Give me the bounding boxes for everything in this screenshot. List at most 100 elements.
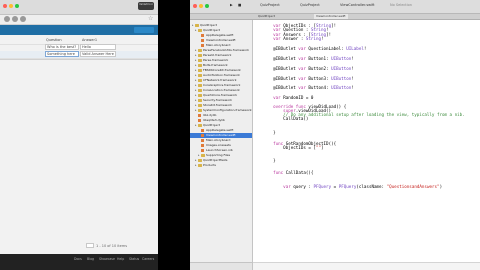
maximize-icon[interactable] xyxy=(15,4,19,8)
navigator-item[interactable]: ▸ QuartzCore.framework xyxy=(190,93,252,98)
disclosure-triangle-icon[interactable]: ▸ xyxy=(195,83,197,87)
navigator-item[interactable]: ViewController.swift xyxy=(190,133,252,138)
tab-viewcontroller[interactable]: ViewController.swift xyxy=(314,14,348,19)
reload-icon[interactable] xyxy=(20,16,26,22)
navigator-item[interactable]: ▸ FBSDKCoreKit.framework xyxy=(190,68,252,73)
navigator-item[interactable]: AppDelegate.swift xyxy=(190,128,252,133)
disclosure-triangle-icon[interactable]: ▸ xyxy=(198,153,200,157)
minimize-icon[interactable] xyxy=(9,4,13,8)
code-line[interactable]: @IBOutlet var QuestionLabel: UILabel! xyxy=(263,46,366,51)
breadcrumb-group[interactable]: QuizProject xyxy=(300,3,320,7)
navigator-item[interactable]: ▸ ParseUI.framework xyxy=(190,53,252,58)
footer-link[interactable]: Docs xyxy=(74,257,82,261)
breadcrumb-project[interactable]: QuizProject xyxy=(260,3,280,7)
minimize-icon[interactable] xyxy=(199,4,203,8)
disclosure-triangle-icon[interactable]: ▸ xyxy=(195,73,197,77)
code-line[interactable]: @IBOutlet var Button4: UIButton! xyxy=(263,85,354,90)
disclosure-triangle-icon[interactable]: ▸ xyxy=(195,58,197,62)
disclosure-triangle-icon[interactable]: ▸ xyxy=(195,123,197,127)
close-icon[interactable] xyxy=(3,4,7,8)
disclosure-triangle-icon[interactable]: ▸ xyxy=(195,68,197,72)
grid-divider xyxy=(0,59,158,60)
code-line[interactable]: var Answer : String! xyxy=(263,36,323,41)
disclosure-triangle-icon[interactable]: ▸ xyxy=(195,63,197,67)
disclosure-triangle-icon[interactable]: ▸ xyxy=(195,163,197,167)
grid-header-answer[interactable]: Answer1 xyxy=(82,38,97,42)
navigator-item[interactable]: ▸ ParseFacebookUtils.framework xyxy=(190,48,252,53)
swift-file-icon xyxy=(201,138,204,142)
page-size-select[interactable] xyxy=(86,243,94,248)
navigator-item[interactable]: ▸ AudioToolbox.framework xyxy=(190,73,252,78)
navigator-filter-bar[interactable] xyxy=(190,262,252,270)
footer-link[interactable]: Careers xyxy=(142,257,154,261)
code-line[interactable]: func CallData(){ xyxy=(263,170,313,175)
disclosure-triangle-icon[interactable]: ▸ xyxy=(195,48,197,52)
footer-link[interactable]: Help xyxy=(117,257,124,261)
navigator-item[interactable]: ▸ StoreKit.framework xyxy=(190,103,252,108)
code-line[interactable]: var RandomID = 0 xyxy=(263,95,313,100)
code-line[interactable]: @IBOutlet var Button3: UIButton! xyxy=(263,76,354,81)
code-line[interactable]: var query : PFQuery = PFQuery(className:… xyxy=(263,184,442,189)
tab-project[interactable]: QuizProject xyxy=(256,14,277,19)
navigator-item[interactable]: Main.storyboard xyxy=(190,43,252,48)
navigator-item[interactable]: LaunchScreen.xib xyxy=(190,148,252,153)
maximize-icon[interactable] xyxy=(205,4,209,8)
code-line[interactable]: ObjectIDs = [""] xyxy=(263,145,323,150)
bookmark-star-icon[interactable]: ☆ xyxy=(148,15,153,22)
swift-file-icon xyxy=(201,128,204,132)
window-controls xyxy=(193,4,209,8)
disclosure-triangle-icon[interactable]: ▸ xyxy=(195,93,197,97)
navigator-item-label: CoreGraphics.framework xyxy=(203,83,241,87)
disclosure-triangle-icon[interactable]: ▸ xyxy=(195,108,197,112)
code-editor[interactable]: var ObjectIDs : [String]! var Question :… xyxy=(253,20,480,270)
navigator-item[interactable]: ▸ Bolts.framework xyxy=(190,63,252,68)
close-icon[interactable] xyxy=(193,4,197,8)
navigator-item[interactable]: ▸ SystemConfiguration.framework xyxy=(190,108,252,113)
disclosure-triangle-icon[interactable]: ▸ xyxy=(195,28,197,32)
navigator-item[interactable]: ▸ QuizProject xyxy=(190,23,252,28)
table-row[interactable]: Something here Valid Answer Here xyxy=(0,51,158,59)
disclosure-triangle-icon[interactable]: ▸ xyxy=(195,158,197,162)
navigator-item[interactable]: ViewController.swift xyxy=(190,38,252,43)
navigator-item[interactable]: AppDelegate.swift xyxy=(190,33,252,38)
navigator-item[interactable]: ▸ CoreGraphics.framework xyxy=(190,83,252,88)
navigator-item[interactable]: ▸ CoreLocation.framework xyxy=(190,88,252,93)
code-line[interactable]: CallData() xyxy=(263,116,308,121)
breadcrumb-selection[interactable]: No Selection xyxy=(390,3,412,7)
navigator-item[interactable]: ▸ Products xyxy=(190,163,252,168)
code-line[interactable]: } xyxy=(263,130,276,135)
forward-icon[interactable] xyxy=(12,16,18,22)
navigator-item[interactable]: libsqlite3.dylib xyxy=(190,118,252,123)
navigator-item[interactable]: ▸ Security.framework xyxy=(190,98,252,103)
navigator-item[interactable]: Main.storyboard xyxy=(190,138,252,143)
navigator-item-label: FBSDKCoreKit.framework xyxy=(203,68,241,72)
footer-link[interactable]: Showcase xyxy=(99,257,115,261)
code-line[interactable]: @IBOutlet var Button1: UIButton! xyxy=(263,56,354,61)
navigator-item[interactable]: ▸ Supporting Files xyxy=(190,153,252,158)
disclosure-triangle-icon[interactable]: ▸ xyxy=(195,53,197,57)
stop-icon[interactable]: ■ xyxy=(238,3,241,7)
breadcrumb-file[interactable]: ViewController.swift xyxy=(340,3,375,7)
navigator-item[interactable]: ▸ QuizProject xyxy=(190,28,252,33)
address-bar[interactable]: ☆ xyxy=(0,15,158,25)
navigator-item[interactable]: ▸ CFNetwork.framework xyxy=(190,78,252,83)
disclosure-triangle-icon[interactable]: ▸ xyxy=(195,88,197,92)
navigator-item[interactable]: ▸ QuizProject xyxy=(190,123,252,128)
code-line[interactable]: } xyxy=(263,158,276,163)
footer-link[interactable]: Blog xyxy=(87,257,94,261)
disclosure-triangle-icon[interactable]: ▸ xyxy=(195,78,197,82)
disclosure-triangle-icon[interactable]: ▸ xyxy=(195,103,197,107)
run-icon[interactable]: ▶ xyxy=(230,3,233,7)
browser-tab[interactable]: ValdetXcodeTester xyxy=(138,2,154,10)
disclosure-triangle-icon[interactable]: ▸ xyxy=(192,23,194,27)
disclosure-triangle-icon[interactable]: ▸ xyxy=(195,98,197,102)
code-line[interactable]: @IBOutlet var Button2: UIButton! xyxy=(263,66,354,71)
footer-link[interactable]: Status xyxy=(129,257,139,261)
back-icon[interactable] xyxy=(4,16,10,22)
navigator-item[interactable]: libz.dylib xyxy=(190,113,252,118)
navigator-item[interactable]: ▸ Parse.framework xyxy=(190,58,252,63)
grid-header-question[interactable]: Question xyxy=(46,38,62,42)
account-menu-button[interactable] xyxy=(134,27,154,33)
navigator-item[interactable]: ▸ QuizProjectTests xyxy=(190,158,252,163)
navigator-item[interactable]: Images.xcassets xyxy=(190,143,252,148)
